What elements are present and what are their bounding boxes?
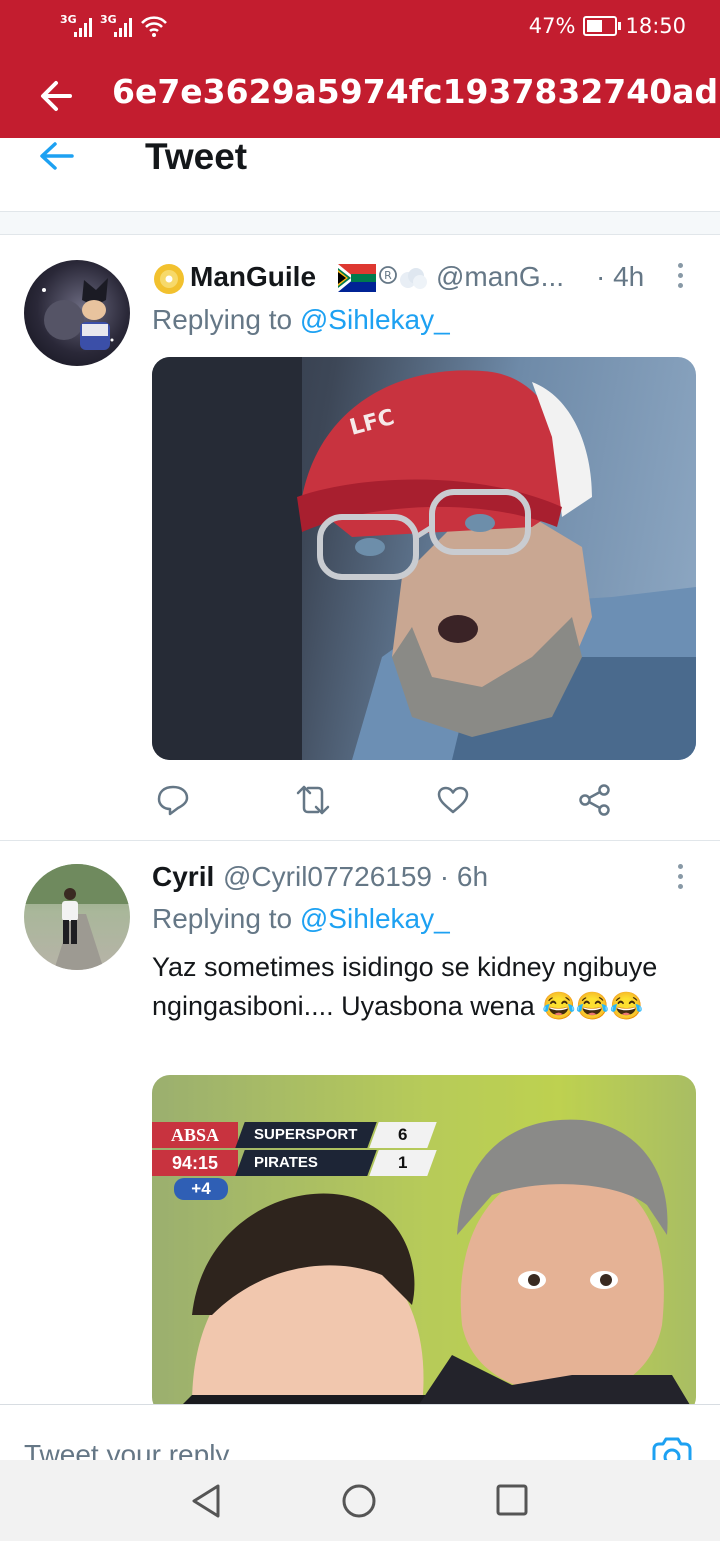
status-right: 47% 18:50	[529, 14, 686, 38]
clock: 18:50	[625, 14, 686, 38]
tweet-time: · 4h	[596, 261, 645, 292]
wifi-icon	[141, 16, 167, 37]
divider	[0, 840, 720, 841]
replying-label: Replying to	[152, 903, 293, 934]
like-icon[interactable]	[436, 785, 470, 815]
more-options-icon[interactable]	[677, 864, 685, 894]
tweet-author-handle[interactable]: @manG...	[436, 261, 564, 293]
back-arrow-icon[interactable]	[38, 78, 74, 114]
battery-percent: 47%	[528, 14, 576, 38]
south-africa-flag-icon	[338, 264, 376, 292]
reply-icon[interactable]	[156, 784, 190, 816]
replying-handle-link[interactable]: @Sihlekay_	[300, 304, 450, 335]
reply-placeholder[interactable]: Tweet your reply	[24, 1439, 229, 1461]
registered-icon: R	[379, 266, 397, 284]
app-header: 3G 3G 47% 18:50 6e7e3629a5974fc193783274…	[0, 0, 720, 138]
scoreboard-team2: PIRATES	[235, 1150, 377, 1176]
system-nav-bar	[0, 1460, 720, 1541]
retweet-icon[interactable]	[294, 784, 332, 816]
nav-home-icon[interactable]	[340, 1482, 378, 1520]
tweet-back-icon[interactable]	[38, 140, 74, 172]
divider	[0, 234, 720, 235]
svg-text:R: R	[384, 269, 392, 282]
tweet-text: Yaz sometimes isidingo se kidney ngibuye…	[152, 952, 658, 1021]
scoreboard-score2: 1	[369, 1150, 437, 1176]
scoreboard-sponsor: ABSA	[152, 1122, 238, 1148]
scoreboard-clock: 94:15	[152, 1150, 238, 1176]
tweet-screen-title: Tweet	[145, 136, 248, 177]
avatar-cyril[interactable]	[24, 864, 130, 970]
avatar-manguile[interactable]	[24, 260, 130, 366]
replying-to: Replying to @Sihlekay_	[152, 903, 450, 935]
page-title: 6e7e3629a5974fc1937832740ad...	[112, 72, 720, 111]
tweet-author-name[interactable]: ManGuile	[190, 261, 316, 293]
tweet-author-handle[interactable]: @Cyril07726159 · 6h	[223, 861, 488, 893]
reply-composer[interactable]: Tweet your reply	[0, 1404, 720, 1461]
cloud-emoji-icon	[400, 268, 427, 289]
nav-back-icon[interactable]	[188, 1482, 224, 1520]
replying-to: Replying to @Sihlekay_	[152, 304, 450, 336]
tweet-media-image[interactable]: LFC	[152, 357, 696, 760]
scoreboard-added-time: +4	[174, 1178, 228, 1200]
share-icon[interactable]	[578, 784, 612, 816]
nav-recents-icon[interactable]	[494, 1482, 530, 1518]
battery-icon	[583, 16, 622, 36]
section-separator	[0, 212, 720, 234]
signal-2-icon	[114, 17, 134, 37]
scoreboard-score1: 6	[369, 1122, 437, 1148]
tweet-media-image[interactable]: ABSA SUPERSPORT 6 94:15 PIRATES 1 +4	[152, 1075, 696, 1415]
cd-emoji-icon	[154, 264, 184, 294]
camera-icon[interactable]	[650, 1435, 694, 1461]
more-options-icon[interactable]	[677, 263, 685, 293]
scoreboard: ABSA SUPERSPORT 6 94:15 PIRATES 1 +4	[152, 1122, 440, 1202]
scoreboard-team1: SUPERSPORT	[235, 1122, 377, 1148]
tweet-author-name[interactable]: Cyril	[152, 861, 214, 893]
replying-label: Replying to	[152, 304, 293, 335]
replying-handle-link[interactable]: @Sihlekay_	[300, 903, 450, 934]
status-bar: 3G 3G 47% 18:50	[0, 0, 720, 55]
signal-1-icon	[74, 17, 94, 37]
